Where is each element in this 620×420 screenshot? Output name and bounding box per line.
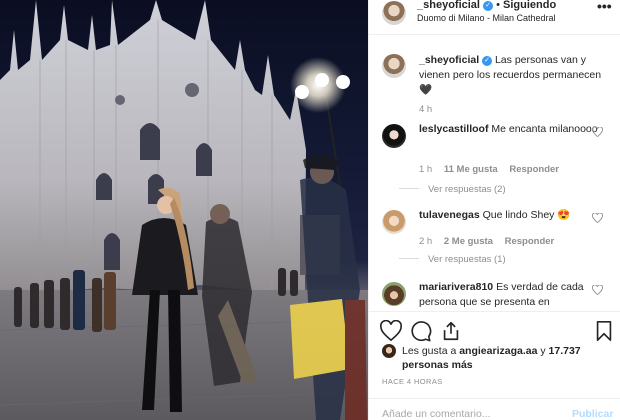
verified-badge-icon: ✓: [482, 56, 493, 66]
likes-suffix: y: [540, 345, 546, 357]
post-side-panel: _sheyoficial ✓ • Siguiendo Duomo di Mila…: [368, 0, 620, 420]
heart-eyes-emoji: 😍: [557, 209, 571, 221]
verified-badge-icon: ✓: [483, 1, 494, 11]
comment-username[interactable]: tulavenegas: [419, 209, 480, 221]
comment-username[interactable]: leslycastilloof: [419, 123, 488, 135]
view-replies-button[interactable]: Ver respuestas (2): [428, 184, 506, 195]
author-avatar[interactable]: [382, 1, 406, 25]
reply-button[interactable]: Responder: [505, 236, 555, 247]
like-heart-icon[interactable]: [380, 320, 402, 342]
comment-item: leslycastilloof Me encanta milanoooo 1 h…: [369, 123, 620, 209]
post-header: _sheyoficial ✓ • Siguiendo Duomo di Mila…: [369, 0, 620, 35]
commenter-avatar[interactable]: [382, 124, 406, 148]
liker-avatar[interactable]: [382, 344, 396, 358]
liker-username[interactable]: angiearizaga.aa: [459, 345, 537, 357]
reply-button[interactable]: Responder: [509, 164, 559, 175]
header-separator: •: [496, 0, 500, 11]
black-heart-emoji: 🖤: [419, 84, 433, 96]
comment-username[interactable]: mariarivera810: [419, 282, 493, 293]
comment-item: mariarivera810 Es verdad de cada persona…: [369, 282, 620, 310]
comment-text: Me encanta milanoooo: [491, 123, 598, 135]
caption-username[interactable]: _sheyoficial: [419, 54, 479, 66]
comment-time[interactable]: 1 h: [419, 164, 432, 175]
following-button[interactable]: Siguiendo: [503, 0, 556, 11]
comment-likes[interactable]: 2 Me gusta: [444, 236, 493, 247]
add-comment-bar: Añade un comentario... Publicar: [369, 398, 620, 420]
like-comment-heart-icon[interactable]: [592, 127, 603, 137]
publish-button[interactable]: Publicar: [572, 408, 613, 420]
share-icon[interactable]: [440, 320, 462, 342]
commenter-avatar[interactable]: [382, 210, 406, 234]
like-comment-heart-icon[interactable]: [592, 213, 603, 223]
comment-likes[interactable]: 11 Me gusta: [444, 164, 498, 175]
view-replies-button[interactable]: Ver respuestas (1): [428, 254, 506, 265]
comment-bubble-icon[interactable]: [410, 320, 432, 342]
like-comment-heart-icon[interactable]: [592, 285, 603, 295]
more-options-icon[interactable]: •••: [597, 0, 612, 14]
comment-time[interactable]: 2 h: [419, 236, 432, 247]
cathedral-scene: [0, 0, 368, 420]
caption-avatar[interactable]: [382, 54, 406, 78]
location-link[interactable]: Duomo di Milano - Milan Cathedral: [417, 13, 556, 23]
likes-prefix: Les gusta a: [402, 345, 457, 357]
caption-time[interactable]: 4 h: [419, 104, 432, 115]
post-timestamp[interactable]: HACE 4 HORAS: [382, 377, 443, 386]
author-username[interactable]: _sheyoficial: [417, 0, 480, 11]
post-photo[interactable]: [0, 0, 368, 420]
comment-text: Que lindo Shey: [482, 209, 555, 221]
save-bookmark-icon[interactable]: [593, 320, 615, 342]
comment-input[interactable]: Añade un comentario...: [382, 408, 491, 420]
commenter-avatar[interactable]: [382, 282, 406, 306]
